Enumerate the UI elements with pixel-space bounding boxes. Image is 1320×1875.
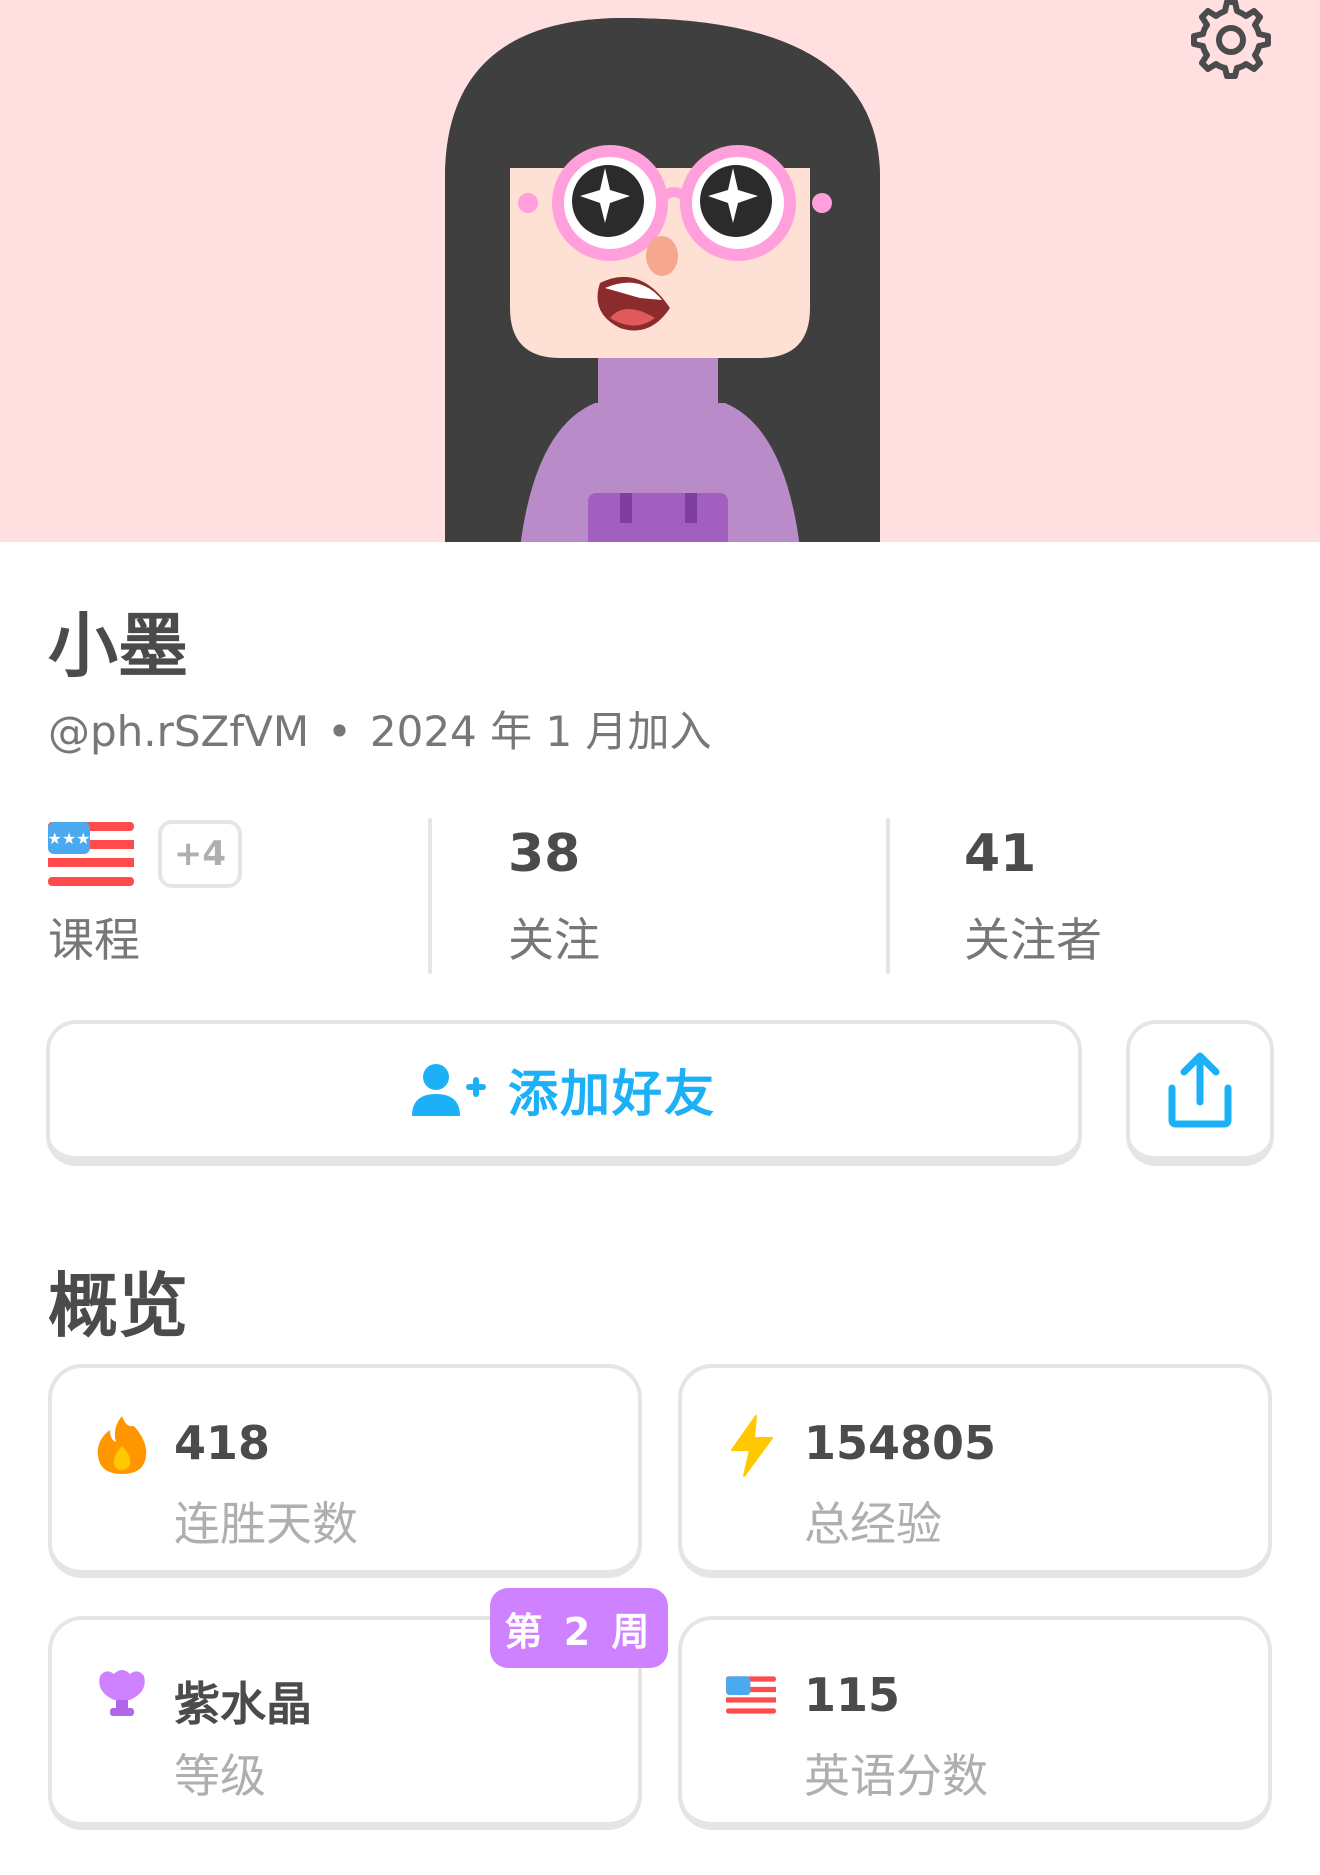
following-label: 关注 — [508, 913, 600, 967]
profile-name: 小墨 — [48, 605, 188, 687]
add-friend-label: 添加好友 — [508, 1065, 716, 1123]
xp-card: 154805 总经验 — [678, 1364, 1272, 1578]
league-value: 紫水晶 — [174, 1677, 312, 1731]
gear-icon[interactable] — [1190, 0, 1272, 82]
separator-dot: • — [327, 707, 352, 756]
streak-label: 连胜天数 — [174, 1497, 358, 1551]
streak-card: 418 连胜天数 — [48, 1364, 642, 1578]
stats-row: ★★★ +4 课程 38 关注 41 关注者 — [0, 818, 1320, 976]
english-score-value: 115 — [804, 1668, 901, 1722]
avatar — [445, 18, 880, 542]
league-label: 等级 — [174, 1749, 266, 1803]
streak-value: 418 — [174, 1416, 271, 1470]
week-badge: 第 2 周 — [490, 1588, 668, 1668]
overview-title: 概览 — [48, 1265, 188, 1347]
following-stat[interactable]: 38 关注 — [508, 818, 600, 976]
courses-label: 课程 — [48, 913, 140, 967]
xp-value: 154805 — [804, 1416, 997, 1470]
followers-stat[interactable]: 41 关注者 — [964, 818, 1102, 976]
joined-date: 2024 年 1 月加入 — [369, 707, 712, 756]
following-count: 38 — [508, 824, 581, 884]
share-icon — [1168, 1052, 1232, 1128]
divider — [886, 818, 890, 974]
xp-label: 总经验 — [804, 1497, 942, 1551]
us-flag-icon: ★★★ — [48, 822, 134, 886]
add-friend-button[interactable]: 添加好友 — [46, 1020, 1082, 1166]
flame-icon — [97, 1416, 147, 1474]
followers-label: 关注者 — [964, 913, 1102, 967]
svg-text:★★★: ★★★ — [48, 829, 91, 848]
profile-banner — [0, 0, 1320, 542]
profile-handle: @ph.rSZfVM — [48, 707, 310, 756]
us-flag-icon — [726, 1676, 776, 1714]
english-score-card: 115 英语分数 — [678, 1616, 1272, 1830]
divider — [428, 818, 432, 974]
courses-stat[interactable]: ★★★ +4 课程 — [48, 818, 242, 976]
add-user-icon — [412, 1064, 486, 1116]
english-score-label: 英语分数 — [804, 1749, 988, 1803]
amethyst-trophy-icon — [99, 1670, 145, 1716]
share-button[interactable] — [1126, 1020, 1274, 1166]
lightning-icon — [731, 1415, 773, 1477]
followers-count: 41 — [964, 824, 1037, 884]
more-courses-badge: +4 — [158, 820, 242, 888]
profile-meta: @ph.rSZfVM • 2024 年 1 月加入 — [48, 698, 712, 759]
